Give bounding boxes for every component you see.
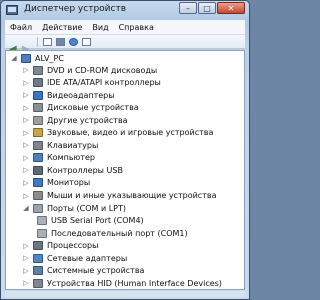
- tree-child-item[interactable]: USB Serial Port (COM4): [34, 215, 144, 227]
- tree-item-label: Видеоадаптеры: [47, 90, 115, 100]
- other-devices-icon: [33, 115, 43, 125]
- tree-item-label: Сетевые адаптеры: [47, 253, 128, 263]
- monitor-icon: [33, 178, 43, 188]
- tree-item-label: Компьютер: [47, 153, 95, 163]
- expand-icon[interactable]: ▷: [22, 154, 30, 162]
- title-bar[interactable]: Диспетчер устройств – □ ✕: [1, 1, 249, 21]
- serial-port-icon: [37, 228, 47, 238]
- usb-controller-icon: [33, 165, 43, 175]
- tree-child-item[interactable]: Последовательный порт (COM1): [34, 227, 188, 239]
- tree-category-item[interactable]: ▷ Устройства HID (Human Interface Devices…: [22, 277, 222, 289]
- device-tree: ◢ ALV_PC ▷ DVD и CD-ROM дисководы ▷ IDE ATA…: [5, 50, 245, 290]
- expand-icon[interactable]: ▷: [22, 79, 30, 87]
- hid-icon: [33, 278, 43, 288]
- tree-item-label: Процессоры: [47, 241, 99, 251]
- expand-icon[interactable]: ▷: [22, 279, 30, 287]
- expand-icon[interactable]: ▷: [22, 66, 30, 74]
- minimize-button[interactable]: –: [179, 2, 197, 14]
- processor-icon: [33, 241, 43, 251]
- collapse-icon[interactable]: ◢: [10, 54, 18, 62]
- window-title: Диспетчер устройств: [24, 4, 127, 14]
- expand-icon[interactable]: ▷: [22, 104, 30, 112]
- tree-category-item[interactable]: ▷ Компьютер: [22, 152, 95, 164]
- menu-view[interactable]: Вид: [87, 23, 113, 32]
- toolbar-separator: [37, 36, 38, 47]
- tree-category-item[interactable]: ▷ Мониторы: [22, 177, 90, 189]
- tree-item-label: Мыши и иные указывающие устройства: [47, 191, 217, 200]
- disk-drive-icon: [33, 103, 43, 113]
- tree-category-item[interactable]: ▷ Сетевые адаптеры: [22, 252, 127, 264]
- tree-item-label: Контроллеры USB: [47, 165, 123, 175]
- tree-item-label: Другие устройства: [47, 115, 128, 125]
- tree-item-label: Мониторы: [47, 178, 91, 188]
- close-button[interactable]: ✕: [217, 2, 245, 14]
- tree-category-item[interactable]: ▷ Видеоадаптеры: [22, 89, 115, 101]
- tree-category-item[interactable]: ▷ Клавиатуры: [22, 139, 98, 151]
- serial-port-icon: [37, 216, 47, 226]
- tree-category-item[interactable]: ◢ Порты (COM и LPT): [22, 202, 126, 214]
- tree-item-label: IDE ATA/ATAPI контроллеры: [47, 78, 161, 88]
- keyboard-icon: [33, 140, 43, 150]
- computer-icon: [33, 153, 43, 163]
- expand-icon[interactable]: ▷: [22, 254, 30, 262]
- device-properties-icon[interactable]: [81, 37, 92, 47]
- display-adapter-icon: [33, 90, 43, 100]
- network-adapter-icon: [33, 253, 43, 263]
- system-device-icon: [33, 266, 43, 276]
- properties-icon[interactable]: [42, 37, 53, 47]
- device-manager-app-icon: [6, 5, 18, 15]
- tree-category-item[interactable]: ▷ IDE ATA/ATAPI контроллеры: [22, 77, 161, 89]
- expand-icon[interactable]: ▷: [22, 242, 30, 250]
- expand-icon[interactable]: ▷: [22, 267, 30, 275]
- status-bar: [5, 291, 245, 297]
- forward-arrow-icon[interactable]: ▶: [22, 37, 33, 54]
- tree-item-label: Порты (COM и LPT): [47, 203, 126, 213]
- tree-root[interactable]: ◢ ALV_PC: [10, 52, 64, 64]
- back-arrow-icon[interactable]: ◀: [9, 37, 20, 54]
- tree-category-item[interactable]: ▷ Дисковые устройства: [22, 102, 139, 114]
- menu-bar: Файл Действие Вид Справка: [5, 20, 245, 35]
- tree-item-label: Звуковые, видео и игровые устройства: [47, 128, 214, 138]
- tree-item-label: USB Serial Port (COM4): [51, 216, 144, 226]
- computer-icon: [21, 53, 31, 63]
- menu-file[interactable]: Файл: [5, 23, 37, 32]
- ide-controller-icon: [33, 78, 43, 88]
- tree-category-item[interactable]: ▷ Мыши и иные указывающие устройства: [22, 190, 216, 202]
- tree-item-label: DVD и CD-ROM дисководы: [47, 65, 158, 75]
- tree-category-item[interactable]: ▷ Другие устройства: [22, 114, 128, 126]
- tree-root-label: ALV_PC: [35, 53, 64, 63]
- toolbar: ◀ ▶: [5, 35, 245, 54]
- tree-category-item[interactable]: ▷ Системные устройства: [22, 265, 144, 277]
- tree-category-item[interactable]: ▷ DVD и CD-ROM дисководы: [22, 64, 157, 76]
- expand-icon[interactable]: ▷: [22, 129, 30, 137]
- tree-item-label: Последовательный порт (COM1): [51, 228, 188, 238]
- console-tree-icon[interactable]: [55, 37, 66, 47]
- mouse-icon: [33, 191, 43, 200]
- expand-icon[interactable]: ▷: [22, 116, 30, 124]
- expand-icon[interactable]: ▷: [22, 91, 30, 99]
- tree-category-item[interactable]: ▷ Процессоры: [22, 240, 98, 252]
- collapse-icon[interactable]: ◢: [22, 204, 30, 212]
- tree-category-item[interactable]: ▷ Звуковые, видео и игровые устройства: [22, 127, 213, 139]
- window-controls: – □ ✕: [179, 2, 245, 14]
- expand-icon[interactable]: ▷: [22, 179, 30, 187]
- sound-device-icon: [33, 128, 43, 138]
- expand-icon[interactable]: ▷: [22, 141, 30, 149]
- expand-icon[interactable]: ▷: [22, 166, 30, 174]
- expand-icon[interactable]: ▷: [22, 192, 30, 200]
- tree-item-label: Устройства HID (Human Interface Devices): [47, 278, 222, 288]
- tree-category-item[interactable]: ▷ Контроллеры USB: [22, 164, 123, 176]
- menu-help[interactable]: Справка: [114, 23, 159, 32]
- ports-icon: [33, 203, 43, 213]
- device-manager-window: Диспетчер устройств – □ ✕ Файл Действие …: [0, 0, 250, 300]
- menu-action[interactable]: Действие: [37, 23, 87, 32]
- maximize-button[interactable]: □: [198, 2, 216, 14]
- tree-item-label: Клавиатуры: [47, 140, 99, 150]
- dvd-drive-icon: [33, 65, 43, 75]
- tree-item-label: Дисковые устройства: [47, 103, 139, 113]
- help-icon[interactable]: [68, 37, 79, 47]
- tree-item-label: Системные устройства: [47, 266, 145, 276]
